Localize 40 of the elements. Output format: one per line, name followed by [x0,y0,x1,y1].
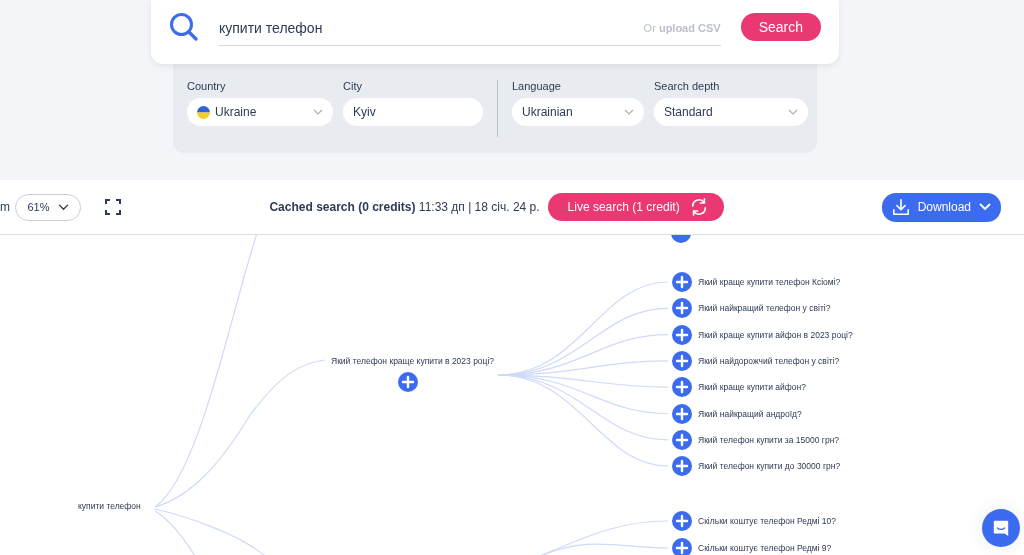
question-label: Який телефон купити до 30000 грн? [698,461,841,472]
zoom-label: m [0,200,10,214]
question-label: Який краще купити телефон Ксіомі? [698,277,841,287]
city-field[interactable]: Kyiv [343,98,483,126]
chat-icon [992,519,1010,537]
download-icon [891,198,910,216]
field-label: Country [187,80,227,92]
live-search-button[interactable]: Live search (1 credit) [547,193,724,221]
refresh-icon [689,198,708,216]
question-label: Який найкращий телефон у світі? [698,303,831,314]
chevron-icon [313,109,323,115]
field-label: Search depth [654,80,721,92]
cache-status: Cached search (0 credits) 11:33 дп | 18 січ. 24 р. [269,200,540,214]
search-field[interactable]: купити телефон Or upload CSV [219,10,721,46]
question-label: Який найдорожчий телефон у світі? [698,355,840,366]
download-button[interactable]: Download [881,192,1001,222]
chevron-icon [57,203,69,211]
field-label: City [343,80,363,92]
chevron-icon [979,203,991,211]
flag-icon [197,105,210,119]
search-button[interactable]: Search [740,13,821,41]
field-label: Language [512,80,562,92]
fullscreen-icon[interactable] [105,199,121,215]
dropdown[interactable]: Ukrainian [512,98,644,126]
topic-label: Який телефон краще купити в 2023 році? [331,356,495,366]
root-label: купити телефон [78,501,141,511]
question-label: Який краще купити айфон? [698,382,806,393]
country-select[interactable]: Ukraine [187,98,333,126]
chevron-icon [624,109,634,115]
expand-icon[interactable] [398,372,418,392]
search-icon [169,12,199,42]
zoom-select[interactable]: 61% [15,193,81,221]
question-label: Скільки коштує телефон Редмі 9? [698,543,832,553]
question-label: Скільки коштує телефон Редмі 10? [698,516,837,526]
question-label: Який краще купити айфон в 2023 році? [698,329,853,340]
chevron-icon [788,109,798,115]
chat-button[interactable] [982,509,1020,547]
question-label: Який телефон купити за 15000 грн? [698,434,840,445]
question-label: Який найкращий андроїд? [698,408,802,419]
dropdown[interactable]: Standard [654,98,808,126]
